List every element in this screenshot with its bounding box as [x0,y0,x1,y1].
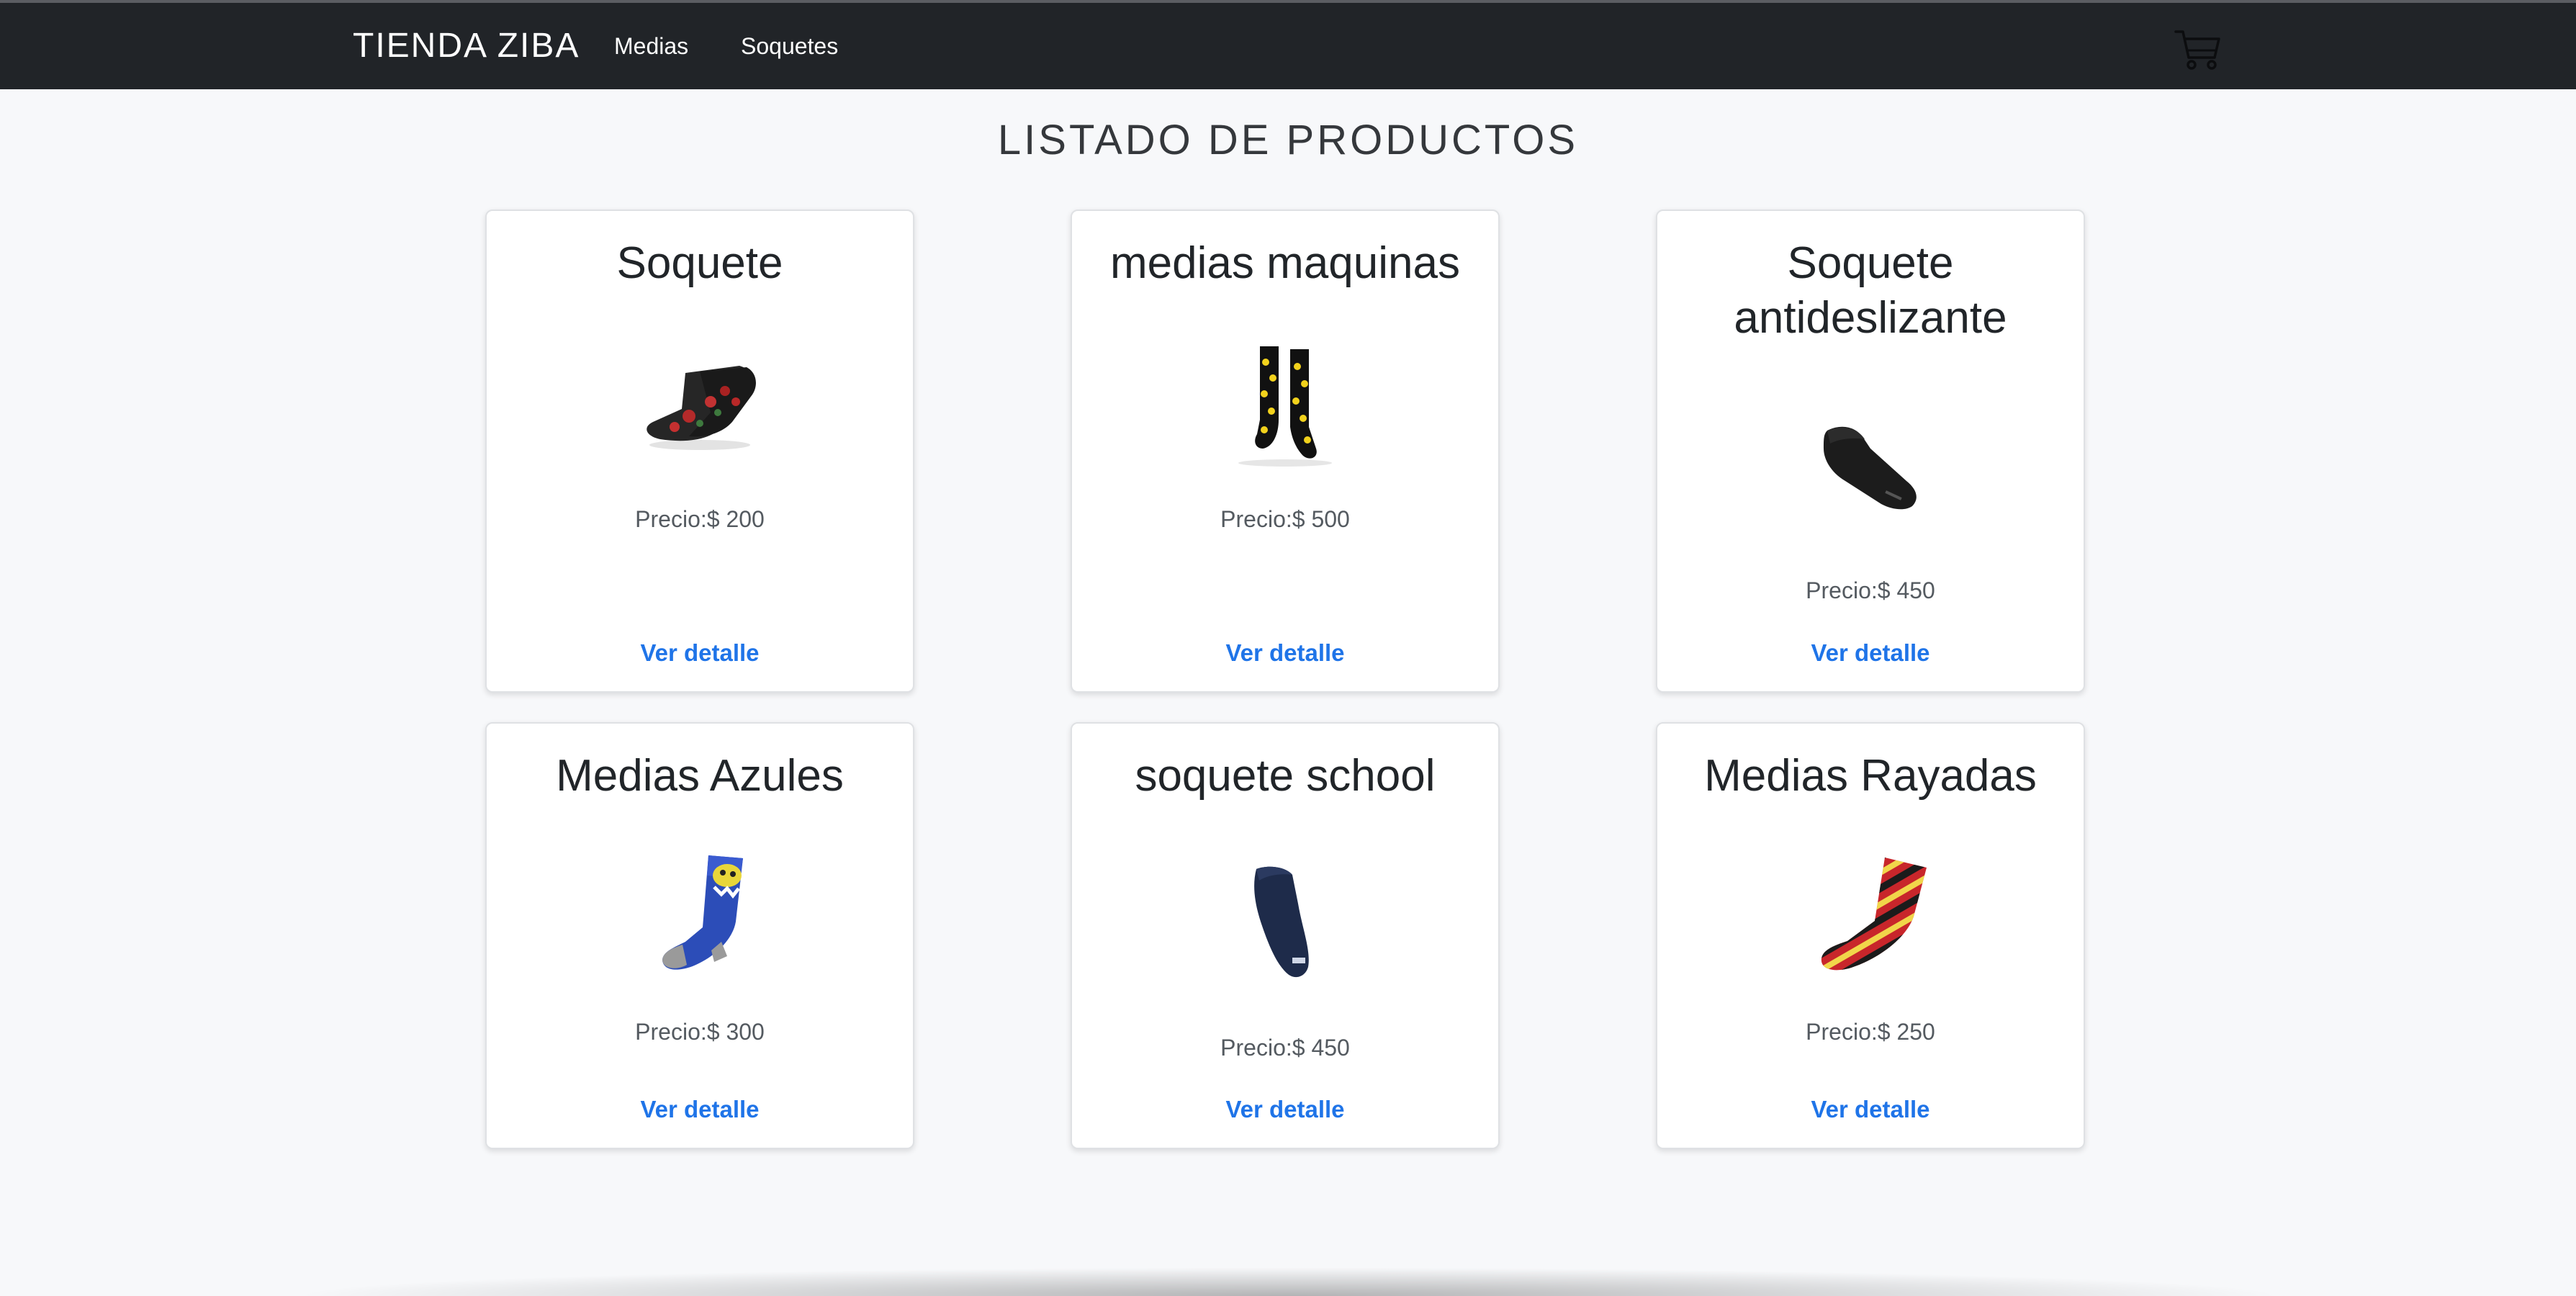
product-card: Medias Azules Precio:$ 300 Ver detalle [485,722,914,1149]
product-title: medias maquinas [1110,238,1460,288]
product-title: Soquete [616,238,783,288]
product-card: medias maquinas Precio:$ 500 Ver detalle [1071,210,1500,693]
ver-detalle-link[interactable]: Ver detalle [1657,639,2084,667]
product-title: Soquete antideslizante [1734,238,2007,343]
product-title: Medias Rayadas [1704,751,2037,801]
page-title: LISTADO DE PRODUCTOS [997,117,1579,163]
ver-detalle-link[interactable]: Ver detalle [487,1095,913,1124]
nav-link-medias[interactable]: Medias [614,32,688,60]
product-price: Precio:$ 450 [1806,577,1935,603]
ver-detalle-link[interactable]: Ver detalle [487,639,913,667]
product-card: Medias Rayadas Precio:$ 250 Ver detalle [1656,722,2085,1149]
product-card: Soquete antideslizante Precio:$ 450 Ver … [1656,210,2085,693]
ver-detalle-link[interactable]: Ver detalle [1072,639,1498,667]
product-price: Precio:$ 250 [1806,1019,1935,1045]
product-price: Precio:$ 300 [635,1019,765,1045]
product-image-navy-ankle-sock [1242,860,1328,986]
product-price: Precio:$ 200 [635,506,765,532]
ver-detalle-link[interactable]: Ver detalle [1657,1095,2084,1124]
product-price: Precio:$ 500 [1220,506,1350,532]
navbar: TIENDA ZIBA Medias Soquetes [0,3,2576,89]
product-image-black-smiley-crew-socks [1231,341,1339,474]
cart-icon[interactable] [2173,24,2223,75]
nav-link-soquetes[interactable]: Soquetes [741,32,838,60]
product-price: Precio:$ 450 [1220,1035,1350,1061]
product-title: Medias Azules [556,751,844,801]
ver-detalle-link[interactable]: Ver detalle [1072,1095,1498,1124]
product-image-red-striped-sock [1806,852,1935,981]
product-title: soquete school [1135,751,1436,801]
product-image-blue-character-sock [642,850,757,979]
brand-logo-text[interactable]: TIENDA ZIBA [353,24,580,68]
product-card: soquete school Precio:$ 450 Ver detalle [1071,722,1500,1149]
product-image-black-floral-ankle-sock [631,351,768,463]
bottom-shadow [288,1267,2289,1296]
product-image-black-no-show-sock [1813,409,1928,528]
product-card: Soquete Precio:$ 200 Ver detalle [485,210,914,693]
